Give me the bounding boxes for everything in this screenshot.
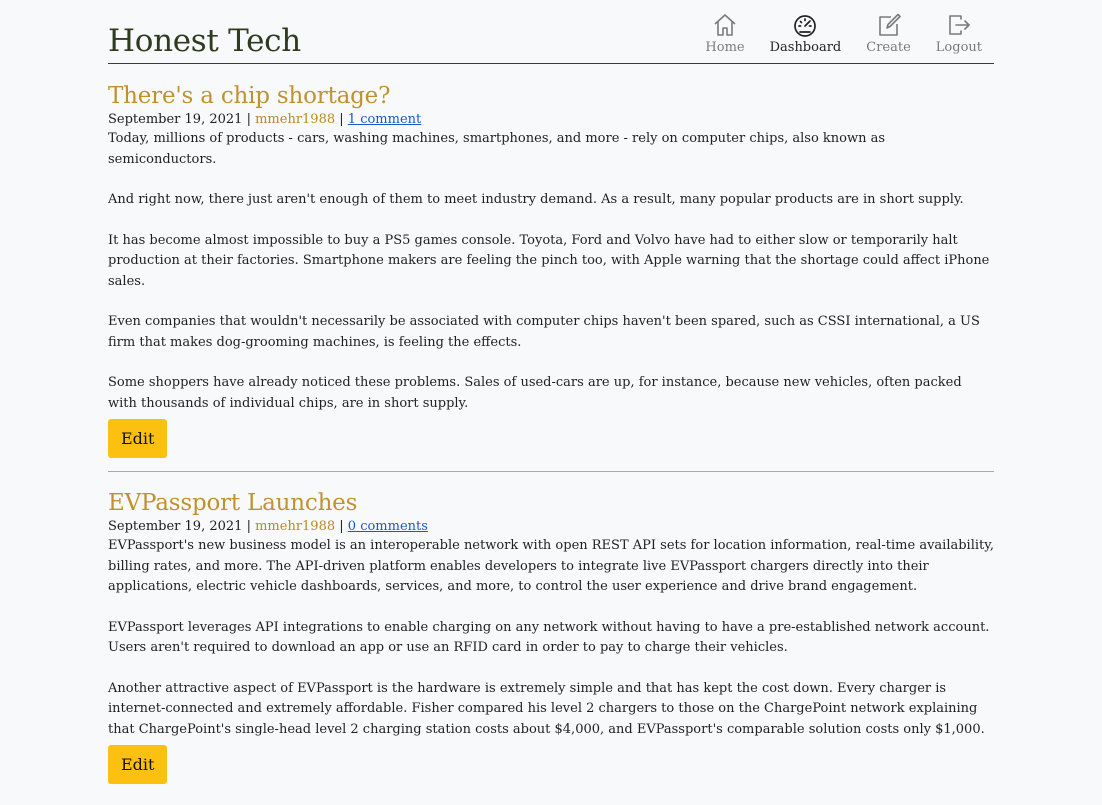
edit-button[interactable]: Edit <box>108 745 168 784</box>
post: There's a chip shortage? September 19, 2… <box>108 64 994 472</box>
main-nav: Home Dashboard Create Logout <box>680 12 982 56</box>
post-meta: September 19, 2021 | mmehr1988 | 0 comme… <box>108 518 994 536</box>
post-comments-link[interactable]: 0 comments <box>348 519 428 534</box>
site-header: Honest Tech Home Dashboard Create Logout <box>108 0 994 64</box>
post-title[interactable]: There's a chip shortage? <box>108 82 994 110</box>
page-container: Honest Tech Home Dashboard Create Logout… <box>108 0 994 784</box>
create-icon <box>878 13 901 36</box>
post-paragraph: It has become almost impossible to buy a… <box>108 232 990 289</box>
post-paragraph: Another attractive aspect of EVPassport … <box>108 680 985 737</box>
post-meta: September 19, 2021 | mmehr1988 | 1 comme… <box>108 111 994 129</box>
post-paragraph: Even companies that wouldn't necessarily… <box>108 314 980 350</box>
post-title[interactable]: EVPassport Launches <box>108 489 994 517</box>
post-paragraph: Some shoppers have already noticed these… <box>108 375 962 411</box>
post-date: September 19, 2021 <box>108 519 243 534</box>
home-icon <box>714 14 736 36</box>
nav-logout-label: Logout <box>935 40 982 55</box>
nav-dashboard[interactable]: Dashboard <box>769 12 842 56</box>
post-author-link[interactable]: mmehr1988 <box>255 112 335 127</box>
post-body: Today, millions of products - cars, wash… <box>108 129 994 414</box>
nav-home[interactable]: Home <box>705 12 745 56</box>
meta-separator: | <box>246 112 251 127</box>
dashboard-icon <box>794 15 817 37</box>
brand-title: Honest Tech <box>108 23 301 59</box>
nav-create[interactable]: Create <box>866 12 911 56</box>
post-comments-link[interactable]: 1 comment <box>348 112 421 127</box>
nav-logout[interactable]: Logout <box>936 12 982 56</box>
meta-separator: | <box>339 519 344 534</box>
post-paragraph: EVPassport leverages API integrations to… <box>108 619 990 656</box>
nav-create-label: Create <box>866 40 911 55</box>
post-paragraph: And right now, there just aren't enough … <box>108 192 964 207</box>
post-paragraph: Today, millions of products - cars, wash… <box>108 131 886 167</box>
meta-separator: | <box>246 519 251 534</box>
meta-separator: | <box>339 112 344 127</box>
post-body: EVPassport's new business model is an in… <box>108 536 994 740</box>
logout-icon <box>949 15 970 35</box>
nav-home-label: Home <box>705 40 745 55</box>
post-paragraph: EVPassport's new business model is an in… <box>108 538 994 594</box>
edit-button[interactable]: Edit <box>108 419 168 458</box>
post-date: September 19, 2021 <box>108 112 243 127</box>
post: EVPassport Launches September 19, 2021 |… <box>108 472 994 784</box>
post-author-link[interactable]: mmehr1988 <box>255 519 335 534</box>
nav-dashboard-label: Dashboard <box>769 40 842 55</box>
